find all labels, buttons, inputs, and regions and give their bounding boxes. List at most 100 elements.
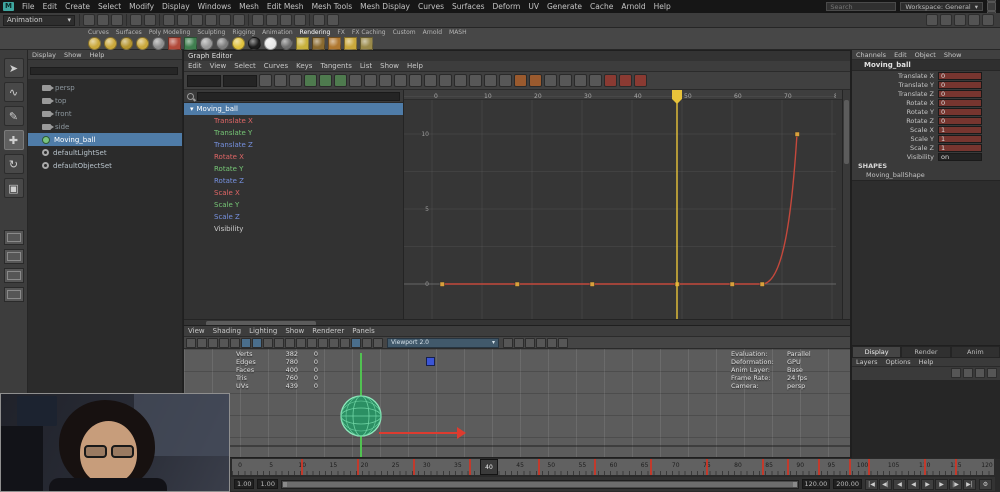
outliner-item-persp[interactable]: persp <box>28 81 182 94</box>
channel-box-icon[interactable] <box>982 14 994 26</box>
animation-curve-canvas[interactable]: 010203040506070800510 <box>404 90 836 319</box>
frame-all-icon[interactable] <box>334 74 347 87</box>
keyframe-tick[interactable] <box>924 459 926 475</box>
keyframe-tick[interactable] <box>538 459 540 475</box>
four-pane-layout[interactable] <box>4 268 24 283</box>
paint-select-tool[interactable]: ✎ <box>4 106 24 126</box>
shelf-tab-custom[interactable]: Custom <box>393 29 416 36</box>
keyframe-tick[interactable] <box>357 459 359 475</box>
graph-vertical-scrollbar[interactable] <box>842 90 850 319</box>
menu-surfaces[interactable]: Surfaces <box>448 2 488 11</box>
viewport-canvas[interactable]: Verts3820Edges7800Faces4000Tris7600UVs43… <box>184 349 850 457</box>
select-camera-icon[interactable] <box>186 338 196 348</box>
bookmarks-icon[interactable] <box>219 338 229 348</box>
channel-value-field[interactable]: 1 <box>938 144 982 152</box>
redo-icon[interactable] <box>144 14 156 26</box>
search-input[interactable] <box>826 2 896 11</box>
key-value-field[interactable] <box>223 75 257 87</box>
snap-point-icon[interactable] <box>191 14 203 26</box>
channel-value-field[interactable]: 0 <box>938 90 982 98</box>
graph-channel-scale-y[interactable]: Scale Y <box>184 199 403 211</box>
outliner-item-front[interactable]: front <box>28 107 182 120</box>
field-chart-icon[interactable] <box>307 338 317 348</box>
menu-display[interactable]: Display <box>158 2 194 11</box>
construction-history-icon[interactable] <box>252 14 264 26</box>
menu-edit-mesh[interactable]: Edit Mesh <box>263 2 308 11</box>
keyframe-tick[interactable] <box>868 459 870 475</box>
lock-tangent-weight-icon[interactable] <box>559 74 572 87</box>
menu-deform[interactable]: Deform <box>488 2 524 11</box>
snap-view-plane-icon[interactable] <box>219 14 231 26</box>
polygon-sphere[interactable] <box>339 394 383 438</box>
play-forwards-button[interactable]: ▶ <box>921 479 934 490</box>
menu-file[interactable]: File <box>18 2 39 11</box>
insert-key-icon[interactable] <box>274 74 287 87</box>
renderer-dropdown[interactable]: Viewport 2.0 ▾ <box>387 338 499 348</box>
paint-effects-icon[interactable] <box>313 14 325 26</box>
persp-graph-layout[interactable] <box>4 287 24 302</box>
viewport-menu-shading[interactable]: Shading <box>209 327 245 335</box>
layer-tab-display[interactable]: Display <box>852 346 901 358</box>
lattice-deform-keys-icon[interactable] <box>289 74 302 87</box>
play-backwards-button[interactable]: ◀ <box>907 479 920 490</box>
scale-tool[interactable]: ▣ <box>4 178 24 198</box>
go-to-start-button[interactable]: |◀ <box>865 479 878 490</box>
channel-value-field[interactable]: 0 <box>938 72 982 80</box>
graph-channel-scale-z[interactable]: Scale Z <box>184 211 403 223</box>
shelf-tab-arnold[interactable]: Arnold <box>423 29 442 36</box>
shelf-sphere-3-icon[interactable] <box>120 37 133 50</box>
anti-aliasing-icon[interactable] <box>525 338 535 348</box>
current-frame-indicator[interactable]: 40 <box>480 459 498 475</box>
ambient-occlusion-icon[interactable] <box>514 338 524 348</box>
shelf-sphere-1-icon[interactable] <box>88 37 101 50</box>
channel-value-field[interactable]: 0 <box>938 81 982 89</box>
shelf-tab-fx-caching[interactable]: FX Caching <box>352 29 386 36</box>
menu-windows[interactable]: Windows <box>194 2 235 11</box>
camera-attributes-icon[interactable] <box>208 338 218 348</box>
image-plane-icon[interactable] <box>230 338 240 348</box>
film-gate-icon[interactable] <box>274 338 284 348</box>
save-scene-icon[interactable] <box>111 14 123 26</box>
outliner-item-side[interactable]: side <box>28 120 182 133</box>
time-slider[interactable]: 0510152025303540455055606570758085909510… <box>231 458 995 476</box>
shelf-tab-animation[interactable]: Animation <box>262 29 293 36</box>
outliner-search-input[interactable] <box>30 67 178 75</box>
keyframe-tick[interactable] <box>413 459 415 475</box>
shape-node-name[interactable]: Moving_ballShape <box>852 171 1000 180</box>
flat-tangent-icon[interactable] <box>439 74 452 87</box>
step-tangent-icon[interactable] <box>454 74 467 87</box>
graph-menu-list[interactable]: List <box>356 62 376 70</box>
menu-generate[interactable]: Generate <box>543 2 586 11</box>
resolution-gate-icon[interactable] <box>285 338 295 348</box>
gate-mask-icon[interactable] <box>296 338 306 348</box>
menu-select[interactable]: Select <box>94 2 125 11</box>
channel-box-menu-show[interactable]: Show <box>940 51 966 59</box>
shelf-sphere-6-icon[interactable] <box>200 37 213 50</box>
viewport-menu-view[interactable]: View <box>184 327 209 335</box>
outliner-item-defaultlightset[interactable]: defaultLightSet <box>28 146 182 159</box>
shelf-ramp-icon[interactable] <box>184 37 197 50</box>
isolate-select-icon[interactable] <box>536 338 546 348</box>
menu-help[interactable]: Help <box>650 2 675 11</box>
graph-menu-help[interactable]: Help <box>403 62 427 70</box>
menu-mesh-tools[interactable]: Mesh Tools <box>308 2 357 11</box>
shelf-white-ball-icon[interactable] <box>264 37 277 50</box>
modeling-toolkit-icon[interactable] <box>926 14 938 26</box>
region-key-tool-icon[interactable] <box>304 74 317 87</box>
move-manipulator-plane-handle[interactable] <box>426 357 435 366</box>
step-forward-frame-button[interactable]: ▶ <box>935 479 948 490</box>
symmetry-icon[interactable] <box>327 14 339 26</box>
keyframe-tick[interactable] <box>849 459 851 475</box>
viewport-menu-renderer[interactable]: Renderer <box>308 327 348 335</box>
layer-list[interactable] <box>852 380 1000 459</box>
outliner-item-defaultobjectset[interactable]: defaultObjectSet <box>28 159 182 172</box>
playback-start-field[interactable]: 1.00 <box>257 479 277 489</box>
ipr-render-icon[interactable] <box>280 14 292 26</box>
buffer-snapshot-icon[interactable] <box>484 74 497 87</box>
menu-mesh-display[interactable]: Mesh Display <box>356 2 414 11</box>
channel-box-menu-channels[interactable]: Channels <box>852 51 890 59</box>
shelf-tab-rendering[interactable]: Rendering <box>300 29 331 36</box>
snap-curve-icon[interactable] <box>177 14 189 26</box>
clamped-tangent-icon[interactable] <box>409 74 422 87</box>
graph-channel-visibility[interactable]: Visibility <box>184 223 403 235</box>
